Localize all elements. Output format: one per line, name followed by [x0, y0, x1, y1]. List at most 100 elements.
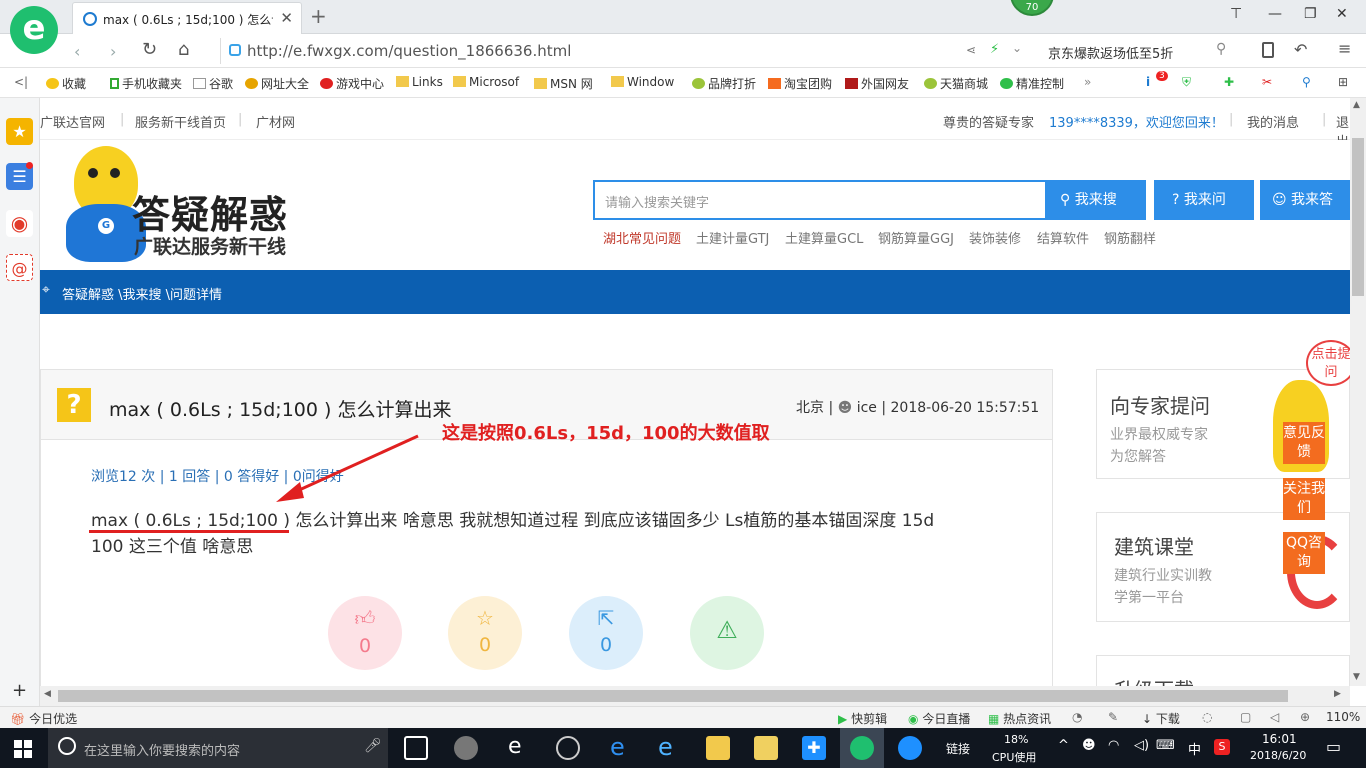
- follow-button[interactable]: 关注我们: [1283, 478, 1325, 520]
- bookmark-mobile[interactable]: 手机收藏夹: [110, 75, 182, 92]
- bookmark-control[interactable]: 精准控制: [1000, 75, 1064, 92]
- hot-tag[interactable]: 装饰装修: [969, 228, 1021, 247]
- sogou-icon[interactable]: S: [1214, 739, 1230, 755]
- search-tool-icon[interactable]: ⚲: [1302, 75, 1311, 89]
- hot-tag[interactable]: 土建算量GCL: [785, 228, 863, 247]
- share-button[interactable]: ⇱ 0: [569, 596, 643, 670]
- minimize-icon[interactable]: —: [1268, 6, 1282, 22]
- shirt-icon[interactable]: ⊤: [1230, 6, 1242, 22]
- my-messages-link[interactable]: 我的消息: [1247, 112, 1299, 131]
- link-materials[interactable]: 广材网: [256, 112, 295, 131]
- tools-icon[interactable]: ✎: [1108, 710, 1118, 724]
- bookmark-links[interactable]: Links: [396, 75, 443, 89]
- clock-time[interactable]: 16:01: [1262, 732, 1297, 746]
- home-icon[interactable]: ⌂: [178, 39, 189, 60]
- search-icon[interactable]: ⚲: [1216, 41, 1226, 57]
- qq-button[interactable]: QQ咨询: [1283, 532, 1325, 574]
- menu-icon[interactable]: ≡: [1338, 39, 1351, 58]
- favorite-button[interactable]: ☆ 0: [448, 596, 522, 670]
- browser-logo-icon[interactable]: e: [10, 6, 58, 54]
- bookmark-foreign[interactable]: 外国网友: [845, 75, 909, 92]
- notification-badge[interactable]: 70: [1010, 0, 1054, 16]
- internet-explorer-icon[interactable]: e: [658, 733, 673, 761]
- browser-360-icon[interactable]: [850, 736, 874, 760]
- network-icon[interactable]: ◠: [1108, 738, 1119, 753]
- bookmark-google[interactable]: 谷歌: [193, 75, 233, 92]
- notification-center-icon[interactable]: ▭: [1326, 737, 1341, 756]
- restore-icon[interactable]: ❐: [1304, 6, 1317, 22]
- report-button[interactable]: ⚠: [690, 596, 764, 670]
- ext-ip-icon[interactable]: i: [1146, 75, 1150, 89]
- site-search-input[interactable]: 请输入搜索关键字: [593, 180, 1047, 220]
- bookmark-taobao[interactable]: 淘宝团购: [768, 75, 832, 92]
- window-icon[interactable]: ▢: [1240, 710, 1251, 724]
- forward-icon[interactable]: ›: [110, 42, 116, 61]
- vertical-scrollbar[interactable]: ▲ ▼: [1350, 98, 1366, 686]
- user-welcome[interactable]: 139****8339，欢迎您回来！: [1049, 112, 1224, 131]
- hot-tag[interactable]: 钢筋翻样: [1104, 228, 1156, 247]
- microphone-icon[interactable]: 🎤︎: [364, 738, 382, 754]
- refresh-icon[interactable]: ↻: [142, 39, 157, 60]
- collapse-icon[interactable]: <|: [14, 75, 28, 89]
- ime-indicator[interactable]: 中: [1188, 739, 1201, 758]
- tray-expand-icon[interactable]: ^: [1058, 738, 1069, 753]
- ie-browser-icon[interactable]: e: [508, 734, 522, 759]
- phone-icon[interactable]: [1262, 42, 1274, 58]
- lightning-icon[interactable]: ⚡: [990, 42, 999, 57]
- file-explorer-icon[interactable]: [706, 736, 730, 760]
- breadcrumb[interactable]: 答疑解惑 \我来搜 \问题详情: [62, 284, 222, 303]
- answer-button[interactable]: ☺ 我来答: [1260, 180, 1350, 220]
- hot-tag[interactable]: 湖北常见问题: [603, 228, 681, 247]
- people-icon[interactable]: ☻: [1082, 738, 1096, 753]
- grid-icon[interactable]: ⊞: [1338, 75, 1348, 89]
- notes-app-icon[interactable]: [754, 736, 778, 760]
- ask-bubble[interactable]: 点击提问: [1306, 340, 1356, 386]
- task-view-icon[interactable]: [404, 736, 428, 760]
- windows-start-icon[interactable]: [14, 740, 32, 758]
- hot-tag[interactable]: 结算软件: [1037, 228, 1089, 247]
- bookmark-msn[interactable]: MSN 网: [534, 75, 593, 92]
- volume-icon[interactable]: ◁): [1134, 738, 1149, 753]
- app-fan-icon[interactable]: [454, 736, 478, 760]
- app-swirl-icon[interactable]: [556, 736, 580, 760]
- tab-active[interactable]: max ( 0.6Ls ; 15d;100 ) 怎么计算出来 ✕: [72, 2, 302, 34]
- bookmark-games[interactable]: 游戏中心: [320, 75, 384, 92]
- weibo-icon[interactable]: ◉: [6, 210, 33, 237]
- bookmark-microsoft[interactable]: Microsof: [453, 75, 519, 89]
- hot-news[interactable]: ▦ 热点资讯: [988, 710, 1051, 727]
- quick-clip[interactable]: ▶ 快剪辑: [838, 710, 887, 727]
- today-picks[interactable]: 🎁︎ 今日优选: [10, 710, 77, 727]
- zoom-level[interactable]: 110%: [1326, 710, 1360, 724]
- like-button[interactable]: 👍︎ 0: [328, 596, 402, 670]
- hot-tag[interactable]: 钢筋算量GGJ: [878, 228, 954, 247]
- cut-icon[interactable]: ✂: [1262, 75, 1272, 89]
- zoom-icon[interactable]: ⊕: [1300, 710, 1310, 724]
- puzzle-icon[interactable]: ✚: [1224, 75, 1234, 89]
- share-icon[interactable]: ⋖: [966, 43, 976, 57]
- back-icon[interactable]: ‹: [74, 42, 80, 61]
- glodon-app-icon[interactable]: [898, 736, 922, 760]
- clock-date[interactable]: 2018/6/20: [1250, 749, 1306, 762]
- shield-icon[interactable]: ⛨: [1182, 75, 1191, 90]
- news-ticker[interactable]: 京东爆款返场低至5折: [1048, 43, 1173, 62]
- link-service-home[interactable]: 服务新干线首页: [135, 112, 226, 131]
- clean-icon[interactable]: ◌: [1202, 710, 1212, 724]
- favorites-icon[interactable]: ★: [6, 118, 33, 145]
- scroll-thumb[interactable]: [58, 690, 1288, 702]
- links-toolbar[interactable]: 链接: [946, 740, 970, 757]
- feedback-button[interactable]: 意见反馈: [1283, 422, 1325, 464]
- horizontal-scrollbar[interactable]: ◀ ▶: [40, 686, 1350, 706]
- undo-icon[interactable]: ↶: [1294, 40, 1307, 59]
- edge-browser-icon[interactable]: e: [610, 733, 625, 761]
- mute-icon[interactable]: ◁: [1270, 710, 1279, 724]
- live-today[interactable]: ◉ 今日直播: [908, 710, 970, 727]
- bookmark-sites[interactable]: 网址大全: [245, 75, 309, 92]
- keyboard-icon[interactable]: ⌨: [1156, 738, 1175, 753]
- search-button[interactable]: ⚲ 我来搜: [1046, 180, 1146, 220]
- bookmark-tmall[interactable]: 天猫商城: [924, 75, 988, 92]
- new-tab-icon[interactable]: +: [310, 4, 327, 28]
- app-plus-icon[interactable]: ✚: [802, 736, 826, 760]
- speed-icon[interactable]: ◔: [1072, 710, 1082, 724]
- hot-tag[interactable]: 土建计量GTJ: [696, 228, 769, 247]
- bookmark-brand[interactable]: 品牌打折: [692, 75, 756, 92]
